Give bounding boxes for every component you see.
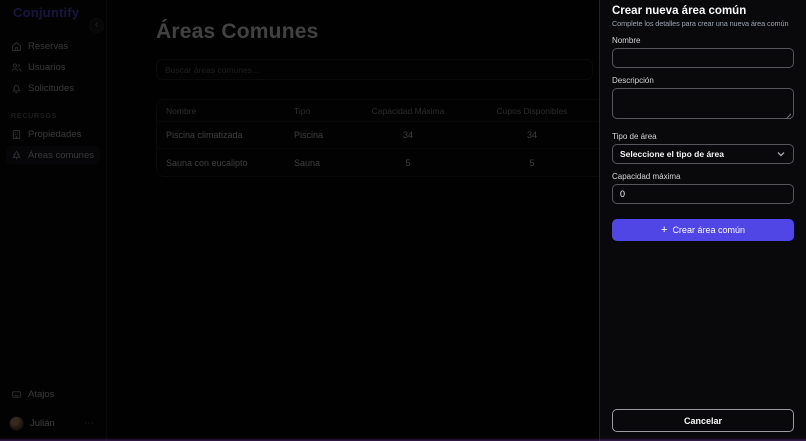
- capacidad-input[interactable]: [612, 184, 794, 204]
- drawer-subtitle: Complete los detalles para crear una nue…: [612, 19, 794, 28]
- create-area-button-label: Crear área común: [672, 225, 745, 235]
- create-area-button[interactable]: + Crear área común: [612, 219, 794, 241]
- nombre-input[interactable]: [612, 48, 794, 68]
- cancel-button[interactable]: Cancelar: [612, 409, 794, 432]
- descripcion-textarea[interactable]: [612, 88, 794, 119]
- create-area-drawer: Crear nueva área común Complete los deta…: [599, 0, 806, 441]
- plus-icon: +: [661, 225, 667, 236]
- descripcion-label: Descripción: [612, 76, 794, 85]
- tipo-select-value: Seleccione el tipo de área: [620, 149, 724, 159]
- drawer-title: Crear nueva área común: [612, 5, 794, 17]
- capacidad-label: Capacidad máxima: [612, 172, 794, 181]
- modal-overlay[interactable]: [0, 0, 599, 441]
- tipo-label: Tipo de área: [612, 132, 794, 141]
- chevron-down-icon: [776, 149, 786, 159]
- descripcion-field-wrap: [612, 85, 794, 124]
- nombre-label: Nombre: [612, 36, 794, 45]
- tipo-select[interactable]: Seleccione el tipo de área: [612, 144, 794, 164]
- app-root: Conjuntify ‹ Reservas Usuarios S: [0, 0, 806, 441]
